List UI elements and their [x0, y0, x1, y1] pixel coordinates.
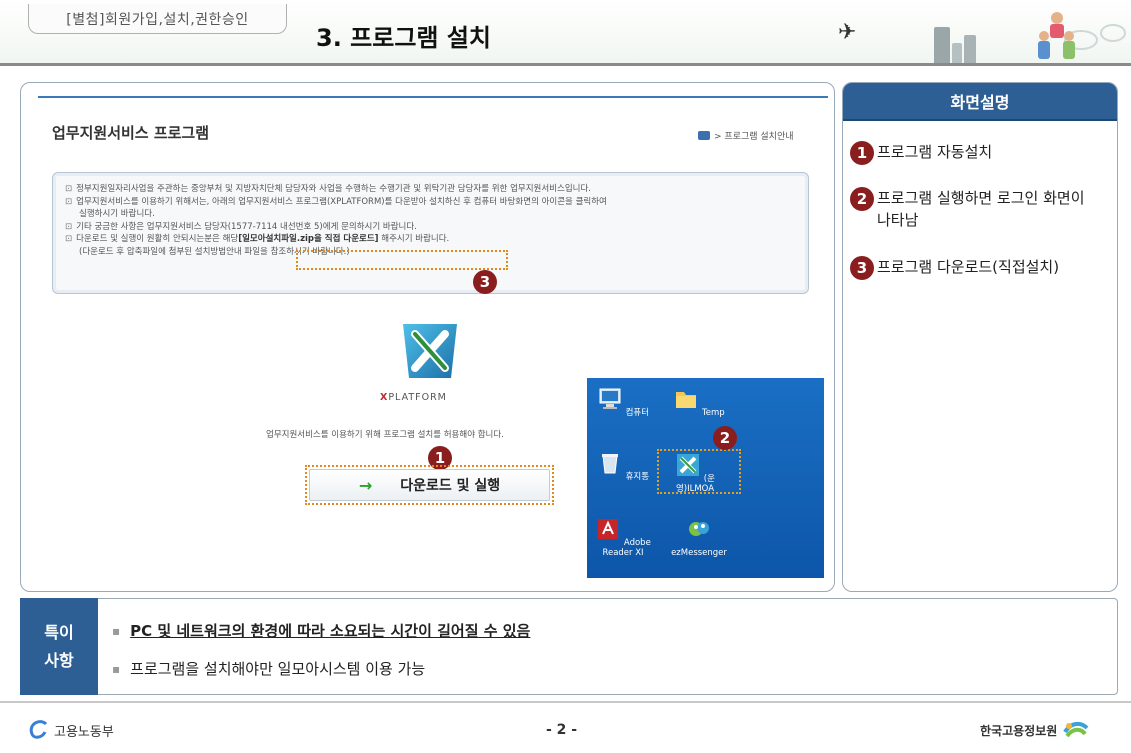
ministry-logo-icon — [29, 720, 48, 739]
building-decoration — [952, 43, 962, 63]
desktop-icon-computer[interactable]: 컴퓨터 — [591, 386, 655, 418]
footer-ministry-logo: 고용노동부 — [26, 720, 114, 740]
info-line: 실행하시기 바랍니다. — [79, 209, 155, 219]
special-notes-label: 특이 사항 — [20, 598, 98, 695]
bullet-icon: ▪ — [112, 661, 121, 676]
family-illustration-icon — [1038, 12, 1075, 59]
info-line: ⊡ 업무지원서비스를 이용하기 위해서는, 아래의 업무지원서비스 프로그램(XP… — [65, 196, 607, 207]
section-tab-label: [별첨]회원가입,설치,권한승인 — [66, 11, 249, 28]
highlight-frame-2 — [657, 449, 741, 494]
desktop-icon-temp[interactable]: Temp — [667, 386, 731, 418]
folder-icon — [676, 392, 697, 408]
direct-download-link[interactable]: [일모아설치파일.zip을 직접 다운로드] — [238, 234, 378, 244]
arrow-right-icon: → — [358, 475, 373, 495]
page-title-header: 3. 프로그램 설치 — [316, 24, 492, 52]
section-tab: [별첨]회원가입,설치,권한승인 — [28, 4, 287, 34]
breadcrumb: > 프로그램 설치안내 — [698, 129, 794, 142]
description-text-1: 프로그램 자동설치 — [877, 143, 993, 161]
description-text-2: 프로그램 실행하면 로그인 화면이 나타남 — [877, 189, 1085, 229]
xplatform-logo-icon — [403, 324, 457, 378]
agency-logo-icon — [1063, 721, 1089, 738]
description-badge-1: 1 — [850, 141, 874, 165]
airplane-icon: ✈ — [838, 20, 857, 45]
footer-agency-logo: 한국고용정보원 — [980, 720, 1089, 740]
adobe-reader-icon — [598, 519, 619, 539]
desktop-icon-adobe-reader[interactable]: Adobe Reader XI — [591, 516, 655, 558]
description-text-3: 프로그램 다운로드(직접설치) — [877, 258, 1060, 276]
footer-divider — [0, 701, 1131, 703]
description-item-3: 3 프로그램 다운로드(직접설치) — [850, 256, 1059, 280]
cloud-decoration — [1100, 24, 1126, 42]
info-line: ⊡ 정부지원일자리사업을 주관하는 중앙부처 및 지방자치단체 담당자와 사업을 … — [65, 184, 591, 194]
highlight-frame-3 — [296, 250, 508, 270]
desktop-icon-ezmessenger[interactable]: ezMessenger — [667, 516, 731, 558]
content-divider — [38, 96, 828, 98]
step-badge-2: 2 — [713, 426, 737, 450]
info-line: ⊡ 기타 궁금한 사항은 업무지원서비스 담당자(1577-7114 내선번호 5… — [65, 221, 417, 232]
special-notes-box — [20, 598, 1118, 695]
install-permission-text: 업무지원서비스를 이용하기 위해 프로그램 설치를 허용해야 합니다. — [266, 430, 504, 440]
desktop-icon-recycle-bin[interactable]: 휴지통 — [591, 450, 655, 482]
description-item-2: 2 프로그램 실행하면 로그인 화면이 나타남 — [850, 187, 1112, 231]
recycle-bin-icon — [601, 454, 618, 474]
computer-icon — [599, 388, 621, 409]
highlight-frame-1: → 다운로드 및 실행 — [305, 465, 554, 505]
description-item-1: 1 프로그램 자동설치 — [850, 141, 992, 165]
info-notice-box: ⊡ 정부지원일자리사업을 주관하는 중앙부처 및 지방자치단체 담당자와 사업을 … — [52, 172, 809, 294]
description-badge-3: 3 — [850, 256, 874, 280]
page-header: [별첨]회원가입,설치,권한승인 3. 프로그램 설치 ✈ — [0, 0, 1131, 66]
step-badge-3: 3 — [473, 270, 497, 294]
breadcrumb-home-icon — [698, 131, 710, 140]
description-badge-2: 2 — [850, 187, 874, 211]
bullet-icon: ▪ — [112, 623, 121, 638]
content-page-title: 업무지원서비스 프로그램 — [52, 124, 210, 142]
note-item-2: ▪ 프로그램을 설치해야만 일모아시스템 이용 가능 — [112, 660, 426, 678]
breadcrumb-text: > 프로그램 설치안내 — [714, 132, 794, 142]
download-button-label: 다운로드 및 실행 — [400, 478, 501, 494]
messenger-icon — [689, 522, 709, 536]
screen-description-header: 화면설명 — [843, 83, 1117, 121]
note-item-1: ▪ PC 및 네트워크의 환경에 따라 소요되는 시간이 길어질 수 있음 — [112, 622, 531, 640]
xplatform-label: XPLATFORM — [380, 392, 447, 403]
building-decoration — [934, 27, 950, 63]
page-number: - 2 - — [546, 722, 578, 738]
download-and-run-button[interactable]: → 다운로드 및 실행 — [309, 469, 550, 501]
info-line: ⊡ 다운로드 및 실행이 원활히 안되시는분은 해당[일모아설치파일.zip을 직… — [65, 234, 450, 244]
building-decoration — [964, 35, 976, 63]
